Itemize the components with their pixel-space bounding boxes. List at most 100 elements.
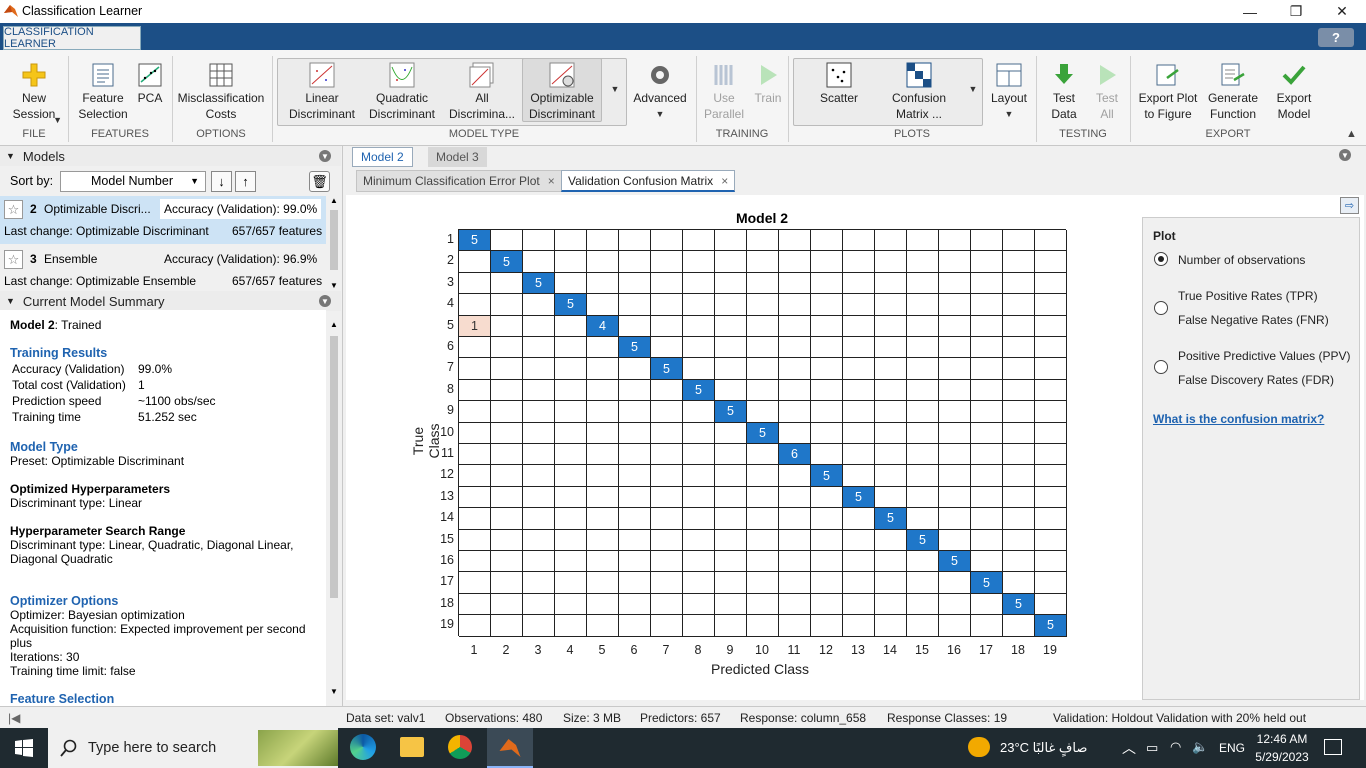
cm-cell xyxy=(715,572,747,594)
confusion-matrix-help-link[interactable]: What is the confusion matrix? xyxy=(1153,412,1324,426)
cm-cell xyxy=(843,401,875,423)
cm-cell xyxy=(491,572,523,594)
close-button[interactable]: ✕ xyxy=(1319,0,1365,23)
cm-cell-value: 5 xyxy=(683,379,715,402)
windows-start-icon[interactable] xyxy=(15,739,33,757)
star-icon[interactable]: ☆ xyxy=(4,200,23,219)
speaker-icon[interactable]: 🔈 xyxy=(1192,739,1208,755)
radio-tpr-fnr[interactable] xyxy=(1154,301,1168,315)
tab-model-3[interactable]: Model 3 xyxy=(428,147,487,167)
models-panel-header[interactable]: ▼ Models ▼ xyxy=(0,146,341,166)
wifi-icon[interactable]: ◠ xyxy=(1170,739,1181,755)
delete-model-icon[interactable]: 🗑 xyxy=(309,171,330,192)
cm-cell xyxy=(1003,272,1035,295)
notifications-icon[interactable] xyxy=(1324,739,1342,755)
panel-menu-icon[interactable]: ▼ xyxy=(319,295,331,307)
scatter-plot-button[interactable]: Scatter xyxy=(808,58,870,106)
edge-icon[interactable] xyxy=(350,734,376,760)
cm-cell xyxy=(619,486,651,509)
model-list-item[interactable]: ☆ 2 Optimizable Discri... Accuracy (Vali… xyxy=(0,196,326,244)
chrome-icon[interactable] xyxy=(448,735,472,759)
tab-classification-learner[interactable]: CLASSIFICATION LEARNER xyxy=(3,26,141,50)
sort-descending-icon[interactable]: ↓ xyxy=(211,171,232,192)
close-tab-icon[interactable]: × xyxy=(721,174,728,188)
radio-ppv-fdr[interactable] xyxy=(1154,360,1168,374)
tab-model-2[interactable]: Model 2 xyxy=(352,147,413,167)
file-explorer-icon[interactable] xyxy=(400,737,424,757)
optimizable-discriminant-button[interactable]: Optimizable Discriminant xyxy=(524,58,600,122)
cm-cell xyxy=(907,572,939,594)
star-icon[interactable]: ☆ xyxy=(4,250,23,269)
advanced-button[interactable]: Advanced ▼ xyxy=(632,58,688,122)
close-tab-icon[interactable]: × xyxy=(548,174,555,188)
cm-cell xyxy=(459,444,491,466)
toggle-options-icon[interactable]: ⇨ xyxy=(1340,197,1359,214)
confusion-matrix-plot-button[interactable]: Confusion Matrix ... xyxy=(882,58,956,122)
cm-cell xyxy=(747,551,779,573)
cm-cell xyxy=(523,465,555,487)
cm-cell xyxy=(523,401,555,423)
help-button[interactable]: ? xyxy=(1318,28,1354,47)
taskbar-search-box[interactable]: Type here to search xyxy=(48,728,338,768)
cm-cell xyxy=(971,465,1003,487)
battery-icon[interactable]: ▭ xyxy=(1146,740,1158,756)
new-session-button[interactable]: New Session ▼ xyxy=(6,58,62,125)
y-tick-label: 17 xyxy=(440,574,454,589)
generate-function-button[interactable]: Generate Function xyxy=(1204,58,1262,122)
cm-cell xyxy=(811,551,843,573)
all-discriminants-button[interactable]: All Discrimina... xyxy=(444,58,520,122)
plot-gallery-expand-icon[interactable]: ▼ xyxy=(966,80,980,97)
cm-cell xyxy=(1035,465,1067,487)
cm-cell xyxy=(587,593,619,616)
collapse-triangle-icon[interactable]: ▼ xyxy=(6,151,15,161)
panel-collapse-icon[interactable]: |◀ xyxy=(8,711,20,725)
quadratic-discriminant-button[interactable]: Quadratic Discriminant xyxy=(364,58,440,122)
clock-time[interactable]: 12:46 AM xyxy=(1254,732,1310,746)
cm-cell xyxy=(523,529,555,551)
cm-cell xyxy=(715,593,747,616)
collapse-triangle-icon[interactable]: ▼ xyxy=(6,296,15,306)
sort-ascending-icon[interactable]: ↑ xyxy=(235,171,256,192)
export-plot-button[interactable]: Export Plot to Figure xyxy=(1136,58,1200,122)
radio-number-observations[interactable] xyxy=(1154,252,1168,266)
summary-scrollbar[interactable]: ▲ ▼ xyxy=(327,318,341,698)
tab-min-error-plot[interactable]: Minimum Classification Error Plot × xyxy=(356,170,562,192)
models-scrollbar[interactable]: ▲ ▼ xyxy=(327,196,341,290)
cm-cell xyxy=(587,615,619,637)
layout-button[interactable]: Layout ▼ xyxy=(986,58,1032,122)
doc-menu-icon[interactable]: ▼ xyxy=(1339,149,1351,161)
pca-button[interactable]: PCA xyxy=(134,58,166,106)
model-gallery-expand-icon[interactable]: ▼ xyxy=(608,80,622,97)
export-model-button[interactable]: Export Model xyxy=(1266,58,1322,122)
use-parallel-button[interactable]: Use Parallel xyxy=(700,58,748,122)
language-indicator[interactable]: ENG xyxy=(1219,741,1245,755)
cm-cell xyxy=(683,508,715,530)
panel-menu-icon[interactable]: ▼ xyxy=(319,150,331,162)
cm-cell xyxy=(683,529,715,551)
cm-cell-value: 5 xyxy=(811,465,843,487)
test-data-button[interactable]: Test Data xyxy=(1040,58,1088,122)
linear-discriminant-button[interactable]: Linear Discriminant xyxy=(284,58,360,122)
cm-cell xyxy=(779,551,811,573)
cm-cell xyxy=(779,230,811,252)
summary-panel-header[interactable]: ▼ Current Model Summary ▼ xyxy=(0,291,341,311)
train-button[interactable]: Train xyxy=(752,58,784,106)
cm-cell xyxy=(715,615,747,637)
collapse-ribbon-icon[interactable]: ▲ xyxy=(1346,128,1357,140)
weather-text[interactable]: 23°C صافٍ غالبًا xyxy=(1000,740,1087,756)
model-list-item[interactable]: ☆ 3 Ensemble Accuracy (Validation): 96.9… xyxy=(0,246,326,294)
cm-cell xyxy=(683,593,715,616)
group-label-features: FEATURES xyxy=(91,128,149,140)
misclassification-costs-button[interactable]: Misclassification Costs xyxy=(174,58,268,122)
feature-selection-button[interactable]: Feature Selection xyxy=(76,58,130,122)
chevron-up-icon[interactable]: ︿ xyxy=(1122,738,1136,758)
restore-button[interactable]: ❐ xyxy=(1273,0,1319,23)
minimize-button[interactable]: — xyxy=(1227,0,1273,23)
cm-cell xyxy=(843,615,875,637)
cm-cell xyxy=(779,615,811,637)
weather-icon[interactable] xyxy=(968,737,990,757)
clock-date[interactable]: 5/29/2023 xyxy=(1252,750,1312,764)
sort-by-select[interactable]: Model Number ▼ xyxy=(60,171,206,192)
test-all-button[interactable]: Test All xyxy=(1090,58,1124,122)
tab-validation-confusion-matrix[interactable]: Validation Confusion Matrix × xyxy=(561,170,736,192)
